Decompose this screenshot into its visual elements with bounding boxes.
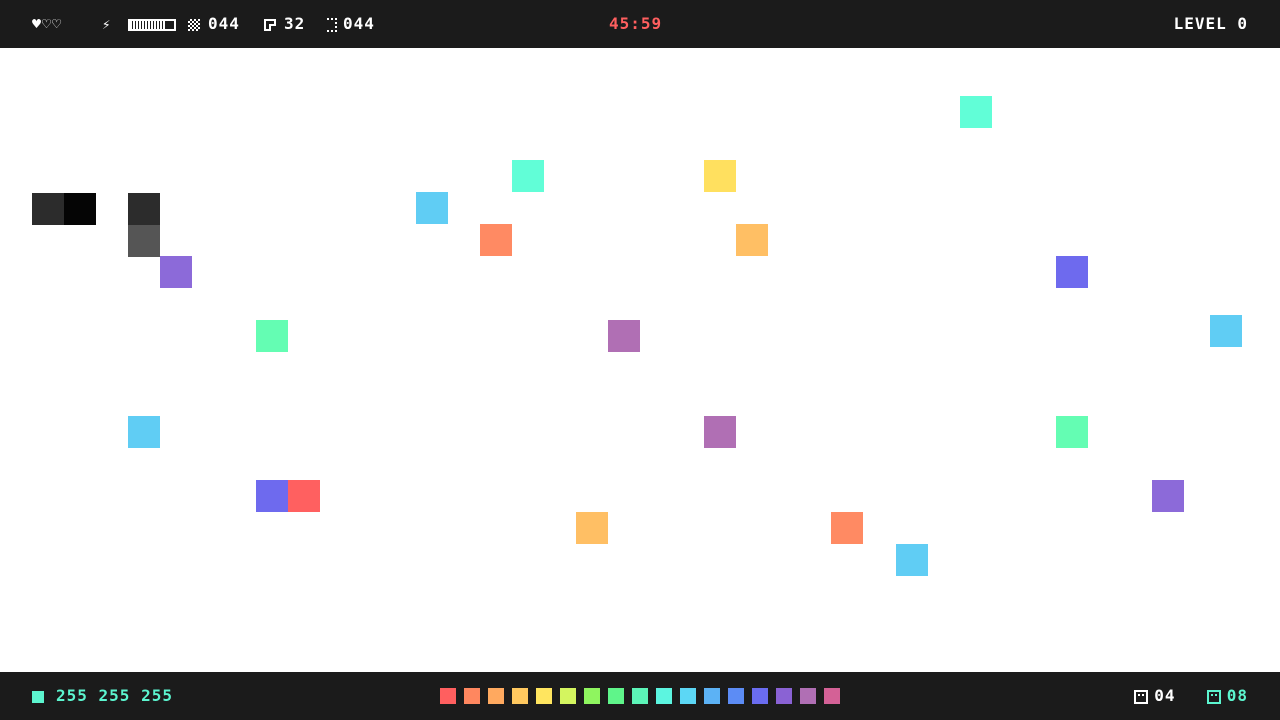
player-head-block bbox=[64, 193, 96, 225]
energy-meter: ⚡ bbox=[102, 0, 177, 48]
palette-swatch[interactable] bbox=[464, 688, 480, 704]
color-block-amber[interactable] bbox=[576, 512, 608, 544]
palette-swatch[interactable] bbox=[560, 688, 576, 704]
energy-bar bbox=[128, 18, 177, 31]
color-block-sky[interactable] bbox=[1210, 315, 1242, 347]
countdown-timer: 45:59 bbox=[609, 14, 663, 33]
color-block-teal[interactable] bbox=[960, 96, 992, 128]
top-hud-bar: ♥♡♡ ⚡ 044 32 044 45:59 LEVEL 0 bbox=[0, 0, 1280, 48]
pickaxe-icon bbox=[264, 18, 276, 31]
rgb-readout: 255 255 255 bbox=[56, 686, 173, 705]
palette-swatch[interactable] bbox=[656, 688, 672, 704]
heart-full-icon: ♥ bbox=[32, 15, 43, 33]
color-block-violet[interactable] bbox=[160, 256, 192, 288]
current-color-swatch bbox=[32, 691, 44, 703]
color-block-sky[interactable] bbox=[416, 192, 448, 224]
color-block-mint[interactable] bbox=[1056, 416, 1088, 448]
lightning-icon: ⚡ bbox=[102, 17, 112, 33]
color-block-sky[interactable] bbox=[128, 416, 160, 448]
stat-pick: 32 bbox=[264, 0, 305, 48]
palette-swatch[interactable] bbox=[512, 688, 528, 704]
palette-swatch[interactable] bbox=[680, 688, 696, 704]
color-block-mauve[interactable] bbox=[608, 320, 640, 352]
palette-swatch[interactable] bbox=[800, 688, 816, 704]
palette-swatch[interactable] bbox=[584, 688, 600, 704]
color-block-indigo[interactable] bbox=[256, 480, 288, 512]
color-block-sky[interactable] bbox=[896, 544, 928, 576]
palette-swatch[interactable] bbox=[728, 688, 744, 704]
color-block-orange[interactable] bbox=[831, 512, 863, 544]
items-count: 08 bbox=[1226, 686, 1248, 705]
palette-swatch[interactable] bbox=[704, 688, 720, 704]
palette-swatch[interactable] bbox=[536, 688, 552, 704]
energy-bar-fill bbox=[130, 20, 166, 29]
palette-swatch[interactable] bbox=[488, 688, 504, 704]
stat-bracket-value: 044 bbox=[343, 14, 375, 33]
color-block-red[interactable] bbox=[288, 480, 320, 512]
stat-pick-value: 32 bbox=[284, 14, 306, 33]
palette-swatch[interactable] bbox=[776, 688, 792, 704]
color-block-amber[interactable] bbox=[736, 224, 768, 256]
palette-swatch[interactable] bbox=[632, 688, 648, 704]
counters: 04 08 bbox=[1134, 672, 1248, 720]
stat-pattern: 044 bbox=[188, 0, 240, 48]
color-block-mauve[interactable] bbox=[704, 416, 736, 448]
stat-bracket: 044 bbox=[327, 0, 375, 48]
stat-pattern-value: 044 bbox=[208, 14, 240, 33]
lives-count: 04 bbox=[1154, 686, 1176, 705]
health-hearts: ♥♡♡ bbox=[32, 0, 62, 48]
gray-block bbox=[128, 225, 160, 257]
color-block-orange[interactable] bbox=[480, 224, 512, 256]
checker-pattern-icon bbox=[188, 18, 200, 31]
item-box-icon bbox=[1206, 689, 1221, 704]
color-block-indigo[interactable] bbox=[1056, 256, 1088, 288]
level-indicator: LEVEL 0 bbox=[1173, 14, 1248, 33]
color-block-yellow[interactable] bbox=[704, 160, 736, 192]
color-block-teal[interactable] bbox=[512, 160, 544, 192]
palette-swatch[interactable] bbox=[752, 688, 768, 704]
palette-swatch[interactable] bbox=[608, 688, 624, 704]
bracket-icon bbox=[327, 17, 337, 32]
heart-empty-icon: ♡ bbox=[42, 15, 53, 33]
dark-block bbox=[128, 193, 160, 225]
heart-empty-icon: ♡ bbox=[52, 15, 63, 33]
color-block-mint[interactable] bbox=[256, 320, 288, 352]
player-body-block bbox=[32, 193, 64, 225]
palette-swatch[interactable] bbox=[440, 688, 456, 704]
palette-swatch[interactable] bbox=[824, 688, 840, 704]
color-block-violet[interactable] bbox=[1152, 480, 1184, 512]
skull-icon bbox=[1134, 689, 1149, 704]
